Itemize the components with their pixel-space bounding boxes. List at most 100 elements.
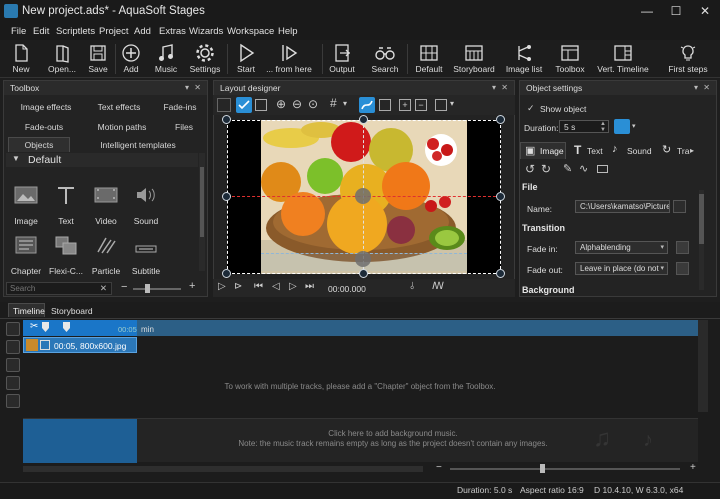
add-button[interactable]: Add — [119, 42, 143, 78]
fade-out-preview-icon[interactable] — [676, 262, 689, 275]
layout-vert-timeline-button[interactable]: Vert. Timeline — [594, 42, 652, 78]
music-button[interactable]: Music — [152, 42, 180, 78]
panel-menu-icon[interactable]: ▾ — [492, 83, 496, 92]
tab-text-effects[interactable]: Text effects — [86, 102, 152, 112]
duration-input[interactable]: 5 s ▲ ▼ — [559, 120, 609, 133]
fade-in-select[interactable]: Alphablending ▾ — [575, 241, 668, 254]
timeline-zoom-out-icon[interactable]: − — [436, 462, 442, 473]
panel-close-icon[interactable]: ✕ — [194, 83, 201, 92]
layout-toolbox-button[interactable]: Toolbox — [551, 42, 589, 78]
rotate-right-icon[interactable]: ↻ — [541, 162, 551, 176]
link-duration-icon[interactable] — [614, 119, 630, 134]
timeline-zoom-in-icon[interactable]: + — [690, 462, 696, 473]
tab-storyboard[interactable]: Storyboard — [51, 306, 93, 316]
tab-scroll-right-icon[interactable]: ▸ — [690, 146, 694, 155]
video-clip-icon[interactable] — [597, 165, 608, 173]
menu-scriptlets[interactable]: Scriptlets — [56, 26, 95, 37]
menu-extras[interactable]: Extras — [159, 26, 186, 37]
tab-image[interactable]: Image — [540, 146, 564, 156]
object-particle[interactable]: Particle — [85, 234, 127, 276]
zoom-fit-icon[interactable]: ⊙ — [308, 97, 318, 111]
checkbox-checked-icon[interactable]: ✓ — [527, 103, 535, 114]
play-from-here-button[interactable]: ... from here — [264, 42, 314, 78]
motion-path-tool-icon[interactable] — [359, 97, 375, 113]
timeline-vertical-scrollbar[interactable] — [698, 320, 708, 412]
edit-pencil-icon[interactable]: ✎ — [563, 162, 572, 175]
grid-snap-icon[interactable]: # — [330, 96, 337, 110]
play-icon[interactable]: ▷ — [218, 281, 226, 292]
select-tool-icon[interactable] — [236, 97, 252, 113]
add-keyframe-icon[interactable]: + — [399, 99, 411, 111]
maximize-button[interactable]: ☐ — [669, 4, 683, 18]
icon-size-slider[interactable] — [133, 284, 181, 293]
tab-motion-paths[interactable]: Motion paths — [86, 122, 158, 132]
settings-scrollbar[interactable] — [699, 190, 704, 290]
panel-menu-icon[interactable]: ▾ — [185, 83, 189, 92]
resize-handle-bottom-right[interactable] — [496, 269, 505, 278]
close-button[interactable]: ✕ — [698, 4, 712, 18]
menu-edit[interactable]: Edit — [33, 26, 49, 37]
object-flexi-collage[interactable]: Flexi-C... — [45, 234, 87, 276]
position-marker-icon[interactable]: ⫰ — [410, 281, 414, 292]
resize-handle-left[interactable] — [222, 192, 231, 201]
toolbox-search-input[interactable]: Search ✕ — [6, 282, 112, 295]
layout-default-button[interactable]: Default — [411, 42, 447, 78]
zoom-out-view-icon[interactable]: ⊖ — [292, 97, 302, 111]
tab-transition[interactable]: Tra — [677, 146, 689, 156]
open-button[interactable]: Open... — [44, 42, 80, 78]
preview-tool-icon[interactable] — [217, 98, 231, 112]
tab-objects[interactable]: Objects — [8, 140, 70, 150]
object-video[interactable]: Video — [85, 184, 127, 226]
dropdown-arrow-icon[interactable]: ▾ — [632, 122, 636, 130]
timeline-horizontal-scrollbar[interactable] — [23, 466, 423, 472]
menu-project[interactable]: Project — [99, 26, 129, 37]
zoom-in-view-icon[interactable]: ⊕ — [276, 97, 286, 111]
icon-size-slider-thumb[interactable] — [145, 284, 150, 293]
layout-image-list-button[interactable]: Image list — [503, 42, 545, 78]
layout-storyboard-button[interactable]: Storyboard — [451, 42, 497, 78]
timeline-tool-3-icon[interactable] — [6, 358, 20, 372]
object-subtitle[interactable]: Subtitle — [125, 234, 167, 276]
play-from-here-icon[interactable]: ⊳ — [234, 281, 242, 292]
tab-fade-outs[interactable]: Fade-outs — [12, 122, 76, 132]
clear-search-icon[interactable]: ✕ — [100, 283, 107, 294]
object-text[interactable]: Text — [45, 184, 87, 226]
file-name-input[interactable]: C:\Users\kamatso\Pictures — [575, 200, 670, 213]
output-button[interactable]: Output — [326, 42, 358, 78]
center-anchor-handle[interactable] — [355, 188, 371, 204]
object-chapter[interactable]: Chapter — [5, 234, 47, 276]
panel-menu-icon[interactable]: ▾ — [694, 83, 698, 92]
skip-to-start-icon[interactable]: ⏮ — [254, 281, 263, 292]
dropdown-arrow-icon[interactable]: ▾ — [343, 99, 347, 108]
timeline-tool-1-icon[interactable] — [6, 322, 20, 336]
panel-close-icon[interactable]: ✕ — [501, 83, 508, 92]
cut-scissors-icon[interactable]: ✂ — [30, 321, 38, 332]
minimize-button[interactable]: — — [640, 4, 654, 18]
step-back-icon[interactable]: ◁ — [272, 281, 280, 292]
new-button[interactable]: New — [8, 42, 34, 78]
motion-curve-icon[interactable]: ∿ — [579, 162, 588, 175]
tab-sound[interactable]: Sound — [627, 146, 652, 156]
scrollbar-thumb[interactable] — [200, 167, 204, 237]
object-image[interactable]: Image — [5, 184, 47, 226]
save-button[interactable]: Save — [86, 42, 110, 78]
settings-button[interactable]: Settings — [188, 42, 222, 78]
panel-close-icon[interactable]: ✕ — [703, 83, 710, 92]
search-button[interactable]: Search — [368, 42, 402, 78]
tab-intelligent-templates[interactable]: Intelligent templates — [84, 140, 192, 150]
crop-tool-icon[interactable] — [379, 99, 391, 111]
menu-wizards[interactable]: Wizards — [189, 26, 223, 37]
menu-help[interactable]: Help — [278, 26, 298, 37]
tab-fade-ins[interactable]: Fade-ins — [156, 102, 204, 112]
timeline-tool-2-icon[interactable] — [6, 340, 20, 354]
timeline-zoom-thumb[interactable] — [540, 464, 545, 473]
resize-handle-top-right[interactable] — [496, 115, 505, 124]
scrollbar-thumb[interactable] — [699, 194, 704, 244]
bottom-anchor-handle[interactable] — [355, 251, 371, 267]
zoom-out-icon[interactable]: − — [121, 281, 127, 293]
tab-text[interactable]: Text — [587, 146, 603, 156]
object-sound[interactable]: Sound — [125, 184, 167, 226]
fade-in-preview-icon[interactable] — [676, 241, 689, 254]
skip-to-end-icon[interactable]: ⏭ — [305, 281, 314, 292]
toolbox-scrollbar[interactable] — [199, 153, 205, 271]
